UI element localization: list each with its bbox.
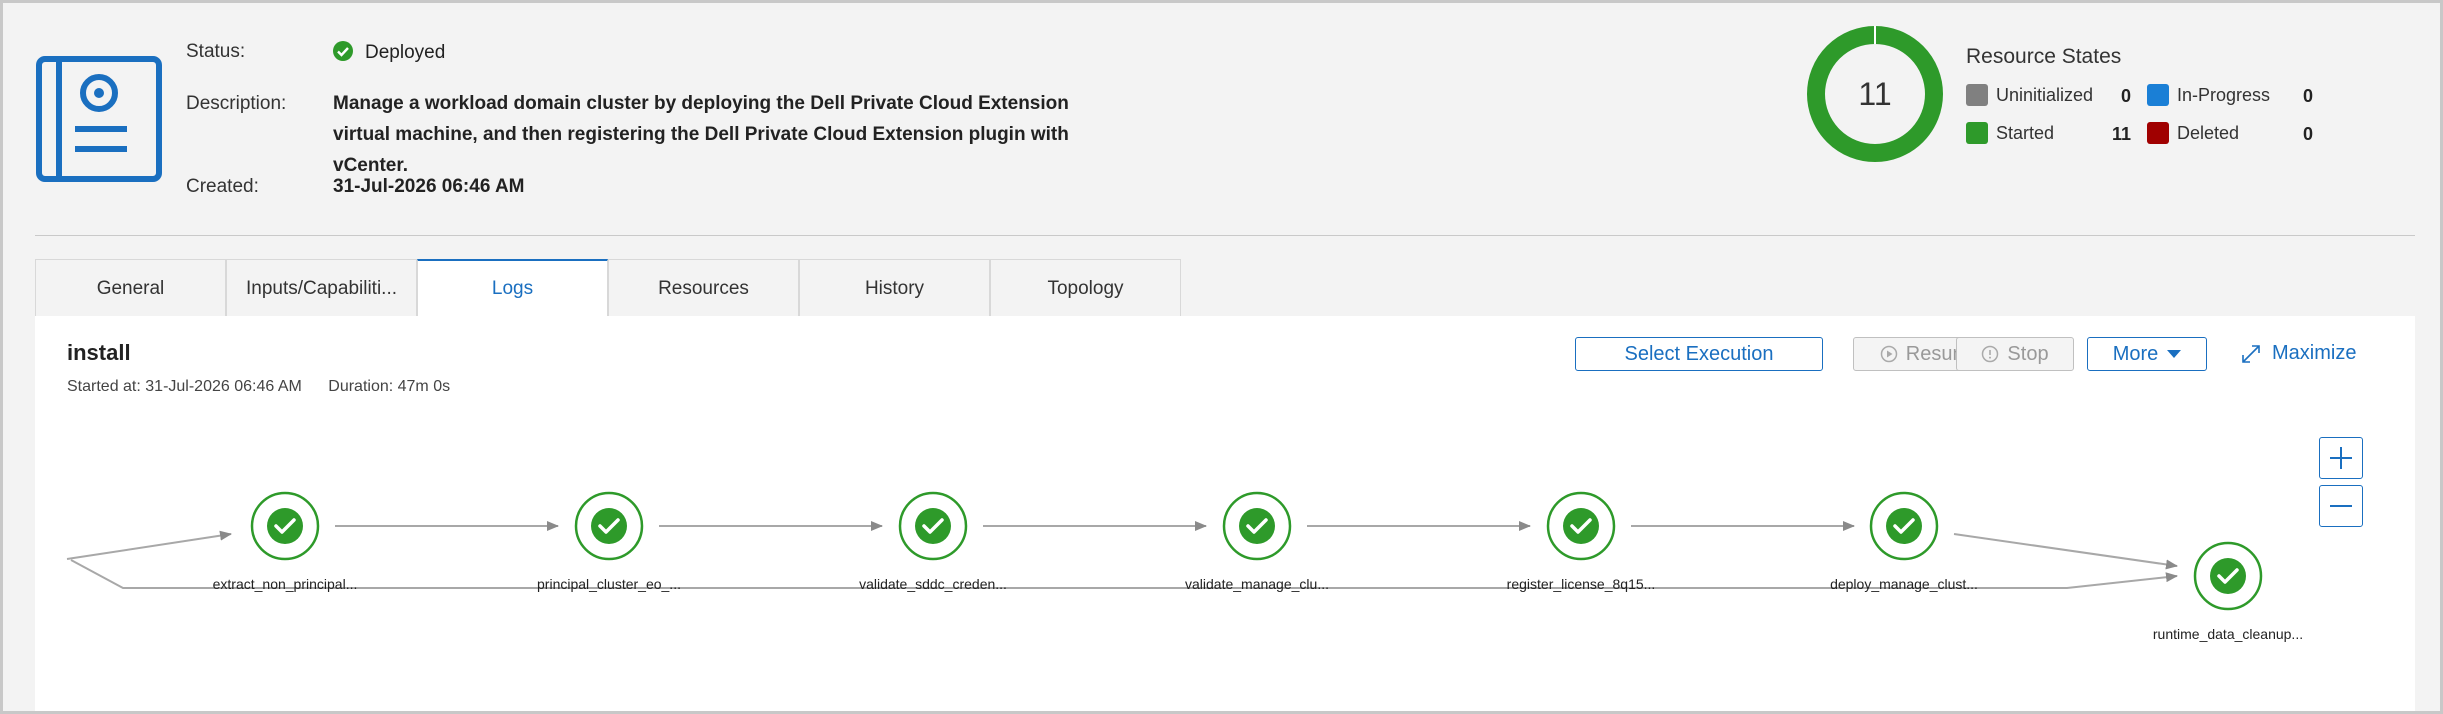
description-label: Description: xyxy=(186,93,287,114)
tab-inputs-capabilities[interactable]: Inputs/Capabiliti... xyxy=(226,259,417,317)
header-divider xyxy=(35,235,2415,236)
legend-label: Uninitialized xyxy=(1996,84,2094,105)
edge-6-7 xyxy=(1953,533,2178,570)
check-circle-icon xyxy=(1239,508,1275,544)
resource-states-title: Resource States xyxy=(1966,45,2122,68)
donut-total: 11 xyxy=(1858,76,1891,112)
logs-panel: install Started at: 31-Jul-2026 06:46 AM… xyxy=(35,316,2415,711)
tab-bar: General Inputs/Capabiliti... Logs Resour… xyxy=(35,259,1181,317)
legend-count-started: 11 xyxy=(2112,124,2132,144)
legend-count-uninitialized: 0 xyxy=(2121,86,2132,106)
workflow-node-6[interactable] xyxy=(1869,491,1939,561)
check-circle-icon xyxy=(915,508,951,544)
tab-logs[interactable]: Logs xyxy=(417,259,608,317)
status-value: Deployed xyxy=(333,41,445,64)
status-text: Deployed xyxy=(365,42,446,63)
workflow-node-2[interactable] xyxy=(574,491,644,561)
status-label: Status: xyxy=(186,41,246,62)
legend-uninitialized: Uninitialized xyxy=(1966,84,2093,106)
workflow-node-5[interactable] xyxy=(1546,491,1616,561)
node-label-5: register_license_8q15... xyxy=(1506,576,1656,592)
check-circle-icon xyxy=(1563,508,1599,544)
legend-swatch xyxy=(1966,84,1988,106)
workflow-graph xyxy=(66,491,2263,611)
node-label-4: validate_manage_clu... xyxy=(1185,576,1329,592)
tab-resources[interactable]: Resources xyxy=(608,259,799,317)
edge-in xyxy=(66,530,232,560)
created-label: Created: xyxy=(186,176,259,197)
legend-label: In-Progress xyxy=(2177,84,2271,105)
legend-label: Deleted xyxy=(2177,122,2240,143)
blueprint-document-icon xyxy=(36,56,162,182)
node-label-2: principal_cluster_eo_... xyxy=(537,576,681,592)
resource-states-donut: 11 xyxy=(1807,26,1943,162)
check-circle-icon xyxy=(267,508,303,544)
workflow-node-1[interactable] xyxy=(250,491,320,561)
node-label-7: runtime_data_cleanup... xyxy=(2152,626,2304,642)
legend-count-in-progress: 0 xyxy=(2303,86,2314,106)
check-circle-icon xyxy=(333,41,353,61)
check-circle-icon xyxy=(591,508,627,544)
workflow-node-4[interactable] xyxy=(1222,491,1292,561)
check-circle-icon xyxy=(1886,508,1922,544)
legend-count-deleted: 0 xyxy=(2303,124,2314,144)
legend-label: Started xyxy=(1996,122,2055,143)
legend-started: Started xyxy=(1966,122,2054,144)
legend-in-progress: In-Progress xyxy=(2147,84,2270,106)
node-label-6: deploy_manage_clust... xyxy=(1830,576,1978,592)
tab-topology[interactable]: Topology xyxy=(990,259,1181,317)
legend-deleted: Deleted xyxy=(2147,122,2239,144)
description-value: Manage a workload domain cluster by depl… xyxy=(333,93,1069,176)
check-circle-icon xyxy=(2210,558,2246,594)
tab-general[interactable]: General xyxy=(35,259,226,317)
app-frame: Status: Deployed Description: Manage a w… xyxy=(0,0,2443,714)
node-label-1: extract_non_principal... xyxy=(212,576,358,592)
created-value: 31-Jul-2026 06:46 AM xyxy=(333,176,525,197)
legend-swatch xyxy=(2147,122,2169,144)
node-label-3: validate_sddc_creden... xyxy=(859,576,1007,592)
workflow-node-7[interactable] xyxy=(2193,541,2263,611)
workflow-node-3[interactable] xyxy=(898,491,968,561)
legend-swatch xyxy=(1966,122,1988,144)
legend-swatch xyxy=(2147,84,2169,106)
tab-history[interactable]: History xyxy=(799,259,990,317)
